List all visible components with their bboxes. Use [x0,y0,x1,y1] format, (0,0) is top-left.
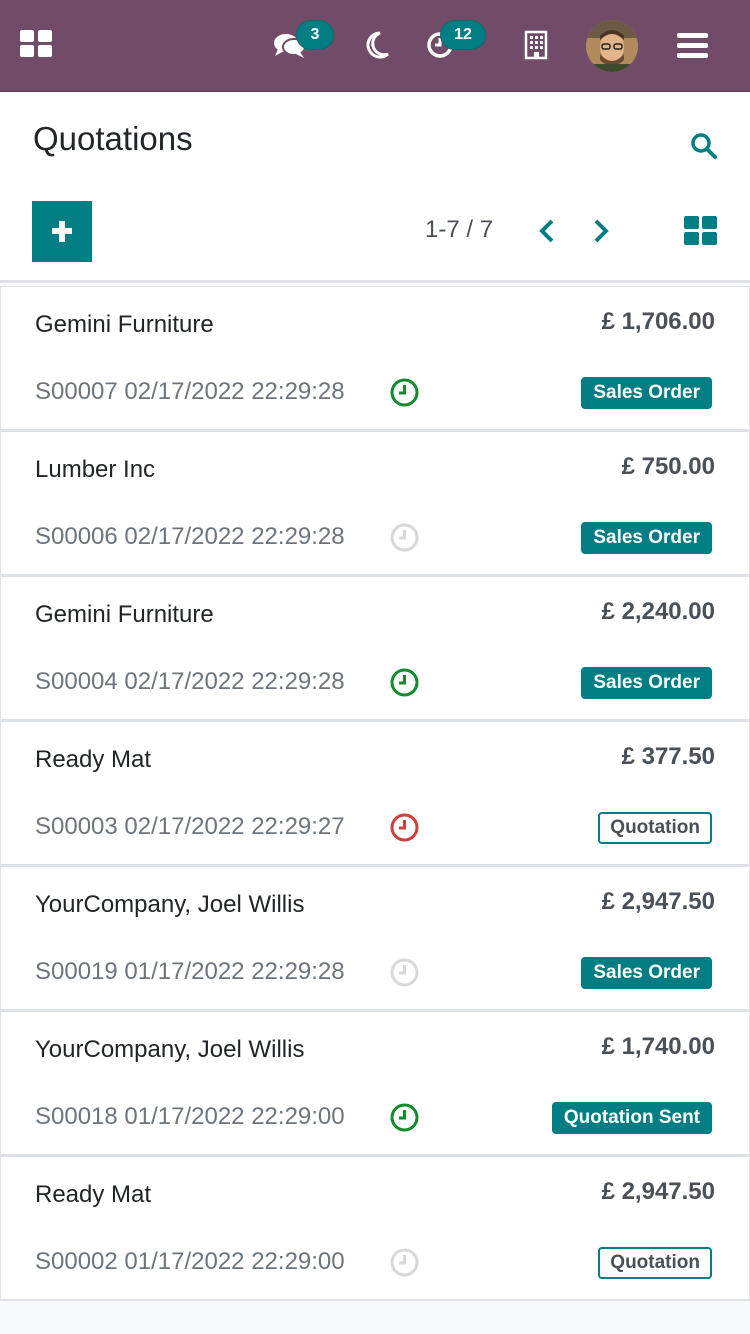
pager-value[interactable]: 1-7 / 7 [425,216,493,244]
order-reference-date: S00004 02/17/2022 22:29:28 [35,668,345,695]
chevron-right-icon[interactable] [588,216,614,246]
top-navbar: 3 12 [0,0,750,92]
customer-name: YourCompany, Joel Willis [35,891,305,918]
customer-name: Gemini Furniture [35,311,214,338]
order-reference-date: S00003 02/17/2022 22:29:27 [35,813,345,840]
search-icon[interactable] [690,132,718,160]
apps-grid-icon[interactable] [20,30,52,58]
status-badge: Sales Order [581,667,712,699]
customer-name: YourCompany, Joel Willis [35,1036,305,1063]
quotation-card[interactable]: YourCompany, Joel Willis £ 2,947.50 S000… [0,866,750,1011]
control-panel: Quotations 1-7 / 7 [0,92,750,283]
page-footer-space [0,1302,750,1334]
activity-clock-icon[interactable] [389,812,420,843]
hamburger-icon[interactable] [677,33,708,58]
quotation-card[interactable]: YourCompany, Joel Willis £ 1,740.00 S000… [0,1011,750,1156]
quotation-card[interactable]: Gemini Furniture £ 1,706.00 S00007 02/17… [0,286,750,431]
page-title: Quotations [33,120,193,157]
activity-clock-icon[interactable] [389,377,420,408]
order-reference-date: S00007 02/17/2022 22:29:28 [35,378,345,405]
order-reference-date: S00002 01/17/2022 22:29:00 [35,1248,345,1275]
activity-clock-icon[interactable] [389,1247,420,1278]
activity-clock-icon[interactable] [389,667,420,698]
chevron-left-icon[interactable] [534,216,560,246]
user-avatar[interactable] [586,20,638,72]
activities-count-badge: 12 [440,20,486,50]
order-amount: £ 1,706.00 [601,308,715,335]
order-amount: £ 1,740.00 [601,1033,715,1060]
order-amount: £ 2,240.00 [601,598,715,625]
quotation-card[interactable]: Ready Mat £ 2,947.50 S00002 01/17/2022 2… [0,1156,750,1301]
status-badge: Quotation [598,1247,712,1279]
quotation-card[interactable]: Lumber Inc £ 750.00 S00006 02/17/2022 22… [0,431,750,576]
moon-icon[interactable] [360,28,394,62]
order-amount: £ 750.00 [621,453,715,480]
order-amount: £ 377.50 [621,743,715,770]
activity-clock-icon[interactable] [389,957,420,988]
quotation-card[interactable]: Ready Mat £ 377.50 S00003 02/17/2022 22:… [0,721,750,866]
quotation-card[interactable]: Gemini Furniture £ 2,240.00 S00004 02/17… [0,576,750,721]
activity-clock-icon[interactable] [389,522,420,553]
order-reference-date: S00018 01/17/2022 22:29:00 [35,1103,345,1130]
activity-clock-icon[interactable] [389,1102,420,1133]
order-reference-date: S00019 01/17/2022 22:29:28 [35,958,345,985]
customer-name: Lumber Inc [35,456,156,483]
status-badge: Sales Order [581,377,712,409]
create-button[interactable] [32,201,92,262]
order-amount: £ 2,947.50 [601,888,715,915]
building-icon[interactable] [522,28,556,62]
messages-count-badge: 3 [296,20,334,50]
kanban-view-icon[interactable] [684,216,717,245]
customer-name: Ready Mat [35,1181,152,1208]
status-badge: Quotation [598,812,712,844]
order-reference-date: S00006 02/17/2022 22:29:28 [35,523,345,550]
customer-name: Ready Mat [35,746,152,773]
order-amount: £ 2,947.50 [601,1178,715,1205]
status-badge: Sales Order [581,957,712,989]
status-badge: Sales Order [581,522,712,554]
customer-name: Gemini Furniture [35,601,214,628]
status-badge: Quotation Sent [551,1102,712,1134]
